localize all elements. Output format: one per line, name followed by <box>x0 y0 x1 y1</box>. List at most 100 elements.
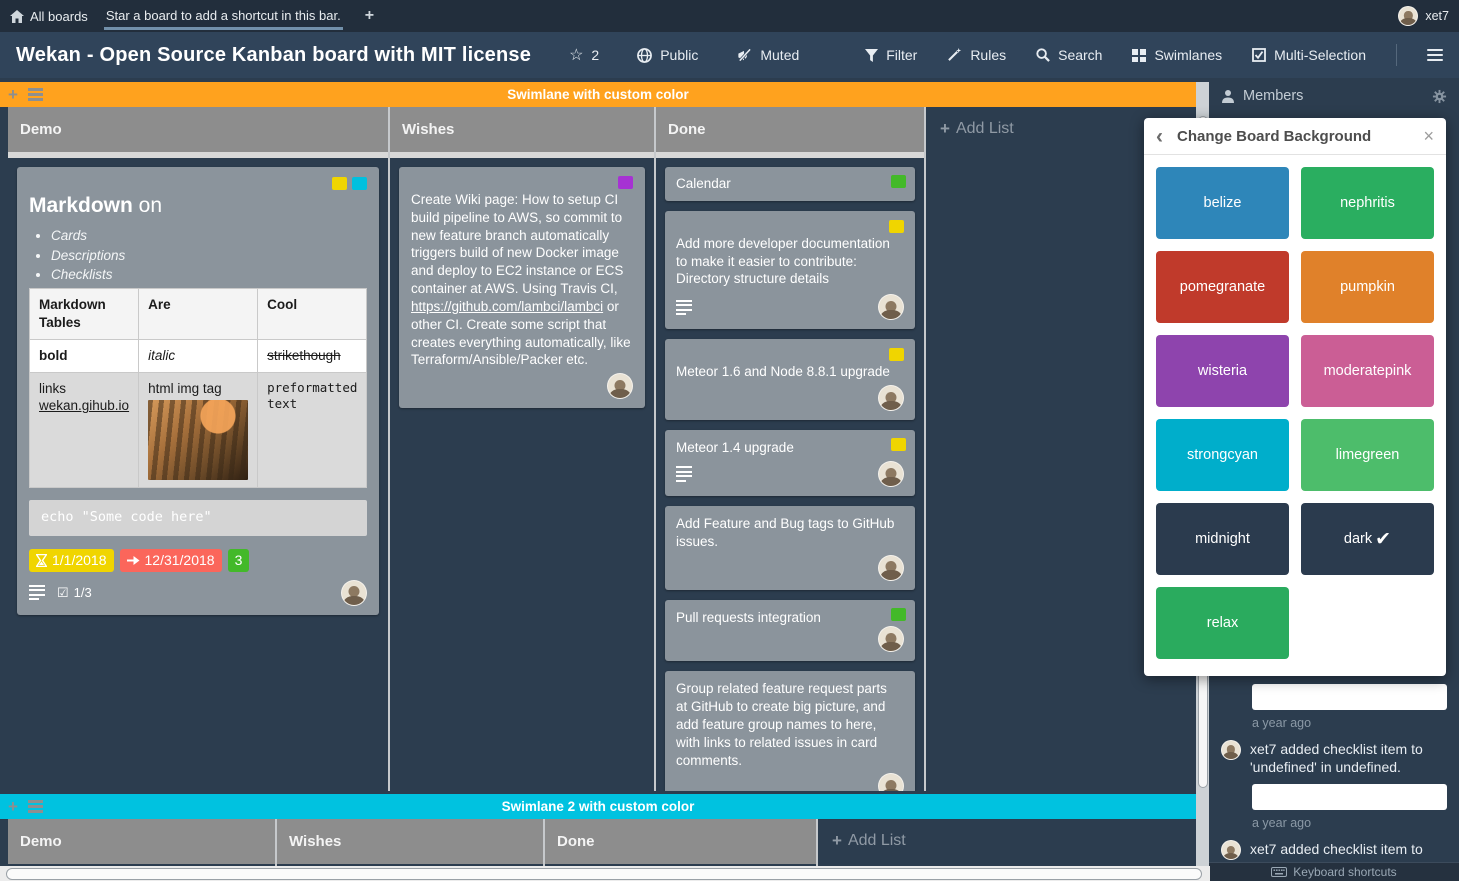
member-avatar[interactable] <box>878 626 904 652</box>
swatch-pumpkin[interactable]: pumpkin <box>1301 251 1434 323</box>
member-avatar[interactable] <box>878 294 904 320</box>
multi-selection-button[interactable]: Multi-Selection <box>1252 47 1366 63</box>
member-avatar[interactable] <box>607 373 633 399</box>
swatch-limegreen[interactable]: limegreen <box>1301 419 1434 491</box>
card-github-tags[interactable]: Add Feature and Bug tags to GitHub issue… <box>665 506 915 590</box>
hamburger-menu-button[interactable] <box>1427 46 1443 64</box>
horizontal-scrollbar-thumb[interactable] <box>6 868 1202 880</box>
swimlane-add-icon[interactable]: + <box>8 797 18 817</box>
card-meteor-14[interactable]: Meteor 1.4 upgrade <box>665 430 915 496</box>
card-title: Markdown on <box>29 192 367 220</box>
table-cell-preformatted: preformatted text <box>258 372 367 488</box>
gear-icon[interactable] <box>1432 89 1447 104</box>
wekan-app: All boards Star a board to add a shortcu… <box>0 0 1459 881</box>
checklist-item-input[interactable] <box>1252 684 1447 710</box>
member-avatar[interactable] <box>878 773 904 791</box>
wekan-link[interactable]: wekan.gihub.io <box>39 398 129 413</box>
list-demo-header[interactable]: Demo <box>8 107 388 152</box>
description-icon <box>676 297 692 318</box>
swatch-strongcyan[interactable]: strongcyan <box>1156 419 1289 491</box>
list-demo-2-header[interactable]: Demo <box>8 819 275 864</box>
swatch-dark[interactable]: dark✔ <box>1301 503 1434 575</box>
count-badge[interactable]: 3 <box>228 549 250 571</box>
swatch-relax[interactable]: relax <box>1156 587 1289 659</box>
close-icon[interactable]: × <box>1423 126 1434 147</box>
all-boards-label: All boards <box>30 9 88 24</box>
star-counter[interactable]: ☆ 2 <box>569 45 599 65</box>
checklist-item-input[interactable] <box>1252 784 1447 810</box>
swatch-wisteria[interactable]: wisteria <box>1156 335 1289 407</box>
swimlane-add-icon[interactable]: + <box>8 85 18 105</box>
card-label-yellow[interactable] <box>889 348 904 361</box>
swimlane-2-header[interactable]: + Swimlane 2 with custom color <box>0 794 1196 819</box>
keyboard-shortcuts-bar[interactable]: Keyboard shortcuts <box>1209 862 1459 881</box>
list-done: Done Calendar Add more developer documen… <box>656 107 926 791</box>
user-menu[interactable]: xet7 <box>1398 6 1449 26</box>
swimlane-menu-icon[interactable] <box>28 798 43 816</box>
rules-button[interactable]: Rules <box>947 47 1006 63</box>
member-avatar[interactable] <box>878 385 904 411</box>
card-label-green[interactable] <box>891 608 906 621</box>
list-wishes-2-header[interactable]: Wishes <box>277 819 543 864</box>
card-meteor-16[interactable]: Meteor 1.6 and Node 8.8.1 upgrade <box>665 339 915 420</box>
swimlane-1-lists: Demo Markdown on Cards <box>0 107 1196 791</box>
visibility-label: Public <box>660 47 698 63</box>
lane-left-spacer <box>0 819 8 866</box>
muted-label: Muted <box>760 47 799 63</box>
card-bullet-list: Cards Descriptions Checklists <box>51 227 367 284</box>
swimlane-1-header[interactable]: + Swimlane with custom color <box>0 82 1196 107</box>
search-button[interactable]: Search <box>1036 47 1102 63</box>
selected-check-icon: ✔ <box>1375 528 1391 551</box>
activity-avatar[interactable] <box>1221 840 1241 860</box>
markdown-table: Markdown Tables Are Cool bold italic str… <box>29 288 367 488</box>
mute-toggle[interactable]: Muted <box>736 47 799 63</box>
card-developer-docs[interactable]: Add more developer documentation to make… <box>665 211 915 329</box>
card-title-bold: Markdown <box>29 194 133 217</box>
search-icon <box>1036 48 1050 62</box>
board-title[interactable]: Wekan - Open Source Kanban board with MI… <box>16 44 531 67</box>
member-avatar[interactable] <box>341 580 367 606</box>
card-group-features[interactable]: Group related feature request parts at G… <box>665 671 915 791</box>
list-done-header[interactable]: Done <box>656 107 924 152</box>
card-label-yellow[interactable] <box>889 220 904 233</box>
card-label-yellow[interactable] <box>332 177 347 190</box>
horizontal-scrollbar[interactable] <box>0 866 1210 881</box>
card-wiki-page[interactable]: Create Wiki page: How to setup CI build … <box>399 167 645 408</box>
filter-button[interactable]: Filter <box>865 47 917 63</box>
due-date-badge[interactable]: 12/31/2018 <box>120 549 222 571</box>
swatch-moderatepink[interactable]: moderatepink <box>1301 335 1434 407</box>
activity-timestamp: a year ago <box>1252 716 1449 730</box>
add-list-label: Add List <box>848 832 906 850</box>
card-title: Calendar <box>676 175 904 193</box>
list-wishes-header[interactable]: Wishes <box>390 107 654 152</box>
card-label-yellow[interactable] <box>891 438 906 451</box>
card-pull-requests[interactable]: Pull requests integration <box>665 600 915 662</box>
swatch-nephritis[interactable]: nephritis <box>1301 167 1434 239</box>
member-avatar[interactable] <box>878 461 904 487</box>
add-board-button[interactable]: + <box>365 7 374 25</box>
swatch-pomegranate[interactable]: pomegranate <box>1156 251 1289 323</box>
card-label-purple[interactable] <box>618 176 633 189</box>
checklist-count: 1/3 <box>74 584 92 601</box>
swimlane-menu-icon[interactable] <box>28 86 43 104</box>
start-date-badge[interactable]: 1/1/2018 <box>29 549 114 571</box>
card-calendar[interactable]: Calendar <box>665 167 915 201</box>
activity-feed: a year ago xet7 added checklist item to … <box>1221 684 1449 868</box>
swatch-belize[interactable]: belize <box>1156 167 1289 239</box>
lambci-link[interactable]: https://github.com/lambci/lambci <box>411 299 603 314</box>
member-avatar[interactable] <box>878 555 904 581</box>
add-list-button[interactable]: + Add List <box>832 831 1182 851</box>
card-markdown[interactable]: Markdown on Cards Descriptions Checklist… <box>17 167 379 615</box>
activity-avatar[interactable] <box>1221 740 1241 760</box>
list-wishes-body: Create Wiki page: How to setup CI build … <box>390 158 654 791</box>
back-chevron-icon[interactable]: ‹ <box>1156 126 1163 147</box>
visibility-toggle[interactable]: Public <box>637 47 698 63</box>
card-label-green[interactable] <box>891 175 906 188</box>
keyboard-icon <box>1271 867 1287 877</box>
swimlanes-button[interactable]: Swimlanes <box>1132 47 1222 63</box>
activity-text: xet7 added checklist item to <box>1250 840 1423 860</box>
list-done-2-header[interactable]: Done <box>545 819 816 864</box>
all-boards-link[interactable]: All boards <box>10 9 88 24</box>
swatch-midnight[interactable]: midnight <box>1156 503 1289 575</box>
card-label-cyan[interactable] <box>352 177 367 190</box>
